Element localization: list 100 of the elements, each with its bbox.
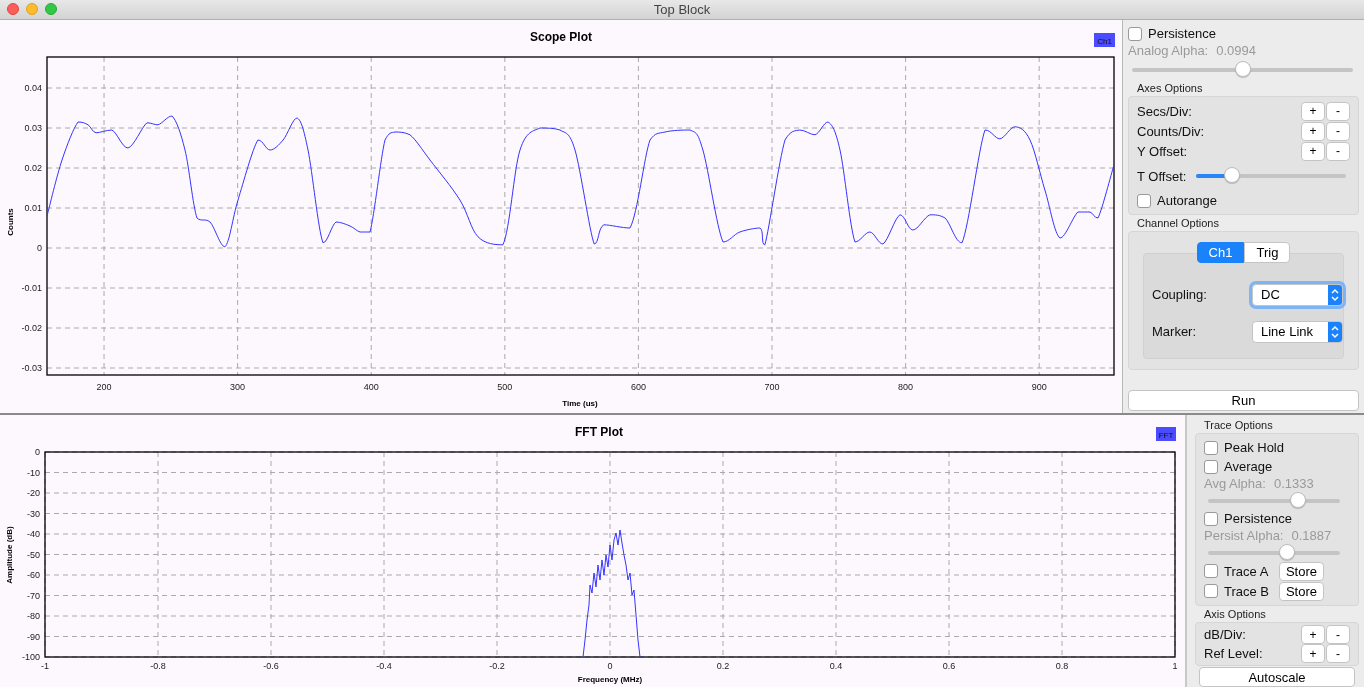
y-tick-label: 0.01 <box>24 203 42 213</box>
slider-label: Analog Alpha: <box>1128 43 1209 58</box>
y-tick-label: -10 <box>27 467 40 478</box>
plus-button[interactable]: + <box>1301 101 1325 121</box>
checkbox-label: Trace A <box>1224 563 1269 579</box>
x-tick-label: 500 <box>497 382 513 392</box>
minus-button[interactable]: - <box>1326 141 1350 161</box>
x-tick-label: -1 <box>41 661 49 671</box>
checkbox[interactable] <box>1128 26 1142 41</box>
stepper-label: Counts/Div: <box>1137 123 1205 139</box>
y-axis-label: Counts <box>6 208 15 236</box>
field-label: Coupling: <box>1152 287 1207 302</box>
x-axis-label: Time (us) <box>562 399 598 408</box>
store-button[interactable]: Store <box>1278 581 1324 601</box>
y-tick-label: 0 <box>37 243 42 253</box>
x-tick-label: 700 <box>764 382 780 392</box>
stepper-label: dB/Div: <box>1204 627 1246 642</box>
tab[interactable]: Ch1 <box>1196 242 1245 263</box>
y-tick-label: -30 <box>27 508 40 519</box>
tab[interactable]: Trig <box>1244 242 1291 263</box>
x-tick-label: 1 <box>1172 661 1178 671</box>
zoom-icon[interactable] <box>45 3 57 15</box>
x-tick-label: 800 <box>898 382 914 392</box>
y-tick-label: -0.01 <box>21 283 42 293</box>
dropdown[interactable]: Line Link <box>1252 320 1343 343</box>
slider-value: 0.0994 <box>1216 43 1256 58</box>
slider-handle[interactable] <box>1224 167 1241 183</box>
group-title: Trace Options <box>1204 419 1274 431</box>
chevron-icon <box>1328 284 1342 305</box>
plus-button[interactable]: + <box>1301 141 1325 161</box>
field-label: Marker: <box>1152 324 1197 339</box>
x-tick-label: 0.4 <box>829 661 843 671</box>
slider-label: Persist Alpha: <box>1204 528 1284 543</box>
minimize-icon[interactable] <box>26 3 38 15</box>
checkbox-label: Average <box>1224 459 1273 474</box>
minus-button[interactable]: - <box>1326 101 1350 121</box>
x-tick-label: -0.6 <box>263 661 279 671</box>
minus-button[interactable]: - <box>1326 644 1350 663</box>
autoscale-button[interactable]: Autoscale <box>1199 667 1355 687</box>
slider-value: 0.1333 <box>1273 476 1314 491</box>
dropdown[interactable]: DC <box>1252 283 1343 306</box>
checkbox[interactable] <box>1204 511 1218 526</box>
plus-button[interactable]: + <box>1301 644 1325 663</box>
y-tick-label: 0.02 <box>24 163 42 173</box>
slider-value: 0.1887 <box>1291 528 1332 543</box>
y-tick-label: 0.03 <box>24 123 42 133</box>
y-tick-label: 0.04 <box>24 83 42 93</box>
checkbox[interactable] <box>1204 459 1218 474</box>
minus-button[interactable]: - <box>1326 625 1350 644</box>
y-tick-label: -60 <box>27 570 40 580</box>
checkbox-label: Autorange <box>1157 193 1217 208</box>
x-tick-label: 0 <box>607 661 613 671</box>
x-tick-label: -0.2 <box>489 661 505 671</box>
checkbox[interactable] <box>1137 193 1151 208</box>
stepper-label: Secs/Div: <box>1137 103 1192 119</box>
checkbox[interactable] <box>1204 584 1218 598</box>
store-button[interactable]: Store <box>1278 561 1324 581</box>
slider-label: T Offset: <box>1137 168 1187 184</box>
x-tick-label: -0.8 <box>150 661 166 671</box>
x-tick-label: 600 <box>630 382 646 392</box>
y-tick-label: -0.02 <box>21 323 42 333</box>
y-tick-label: -100 <box>22 652 40 662</box>
y-axis-label: Amplitude (dB) <box>5 526 14 584</box>
group-title: Axis Options <box>1204 608 1267 620</box>
y-tick-label: -70 <box>27 590 40 601</box>
x-tick-label: 900 <box>1031 382 1047 392</box>
stepper-label: Ref Level: <box>1204 646 1263 661</box>
y-tick-label: -80 <box>27 611 40 621</box>
checkbox-label: Trace B <box>1224 583 1270 599</box>
checkbox[interactable] <box>1204 564 1218 578</box>
plus-button[interactable]: + <box>1301 121 1325 141</box>
y-tick-label: 0 <box>35 447 40 457</box>
chevron-icon <box>1328 321 1342 342</box>
legend-badge: FFT <box>1156 427 1176 441</box>
plus-button[interactable]: + <box>1301 625 1325 644</box>
checkbox-label: Peak Hold <box>1224 440 1284 455</box>
y-tick-label: -90 <box>27 631 40 642</box>
window-title: Top Block <box>653 2 711 17</box>
x-tick-label: 0.2 <box>716 661 730 671</box>
y-tick-label: -40 <box>27 529 40 539</box>
x-tick-label: 400 <box>363 382 379 392</box>
x-axis-label: Frequency (MHz) <box>577 675 643 684</box>
group-title: Channel Options <box>1137 217 1220 229</box>
checkbox-label: Persistence <box>1224 511 1292 526</box>
x-tick-label: 0.6 <box>942 661 956 671</box>
x-tick-label: 0.8 <box>1055 661 1069 671</box>
x-tick-label: -0.4 <box>376 661 392 671</box>
group-title: Axes Options <box>1137 82 1204 94</box>
minus-button[interactable]: - <box>1326 121 1350 141</box>
checkbox-label: Persistence <box>1148 26 1216 41</box>
checkbox[interactable] <box>1204 440 1218 455</box>
y-tick-label: -50 <box>27 549 40 560</box>
legend-badge: Ch1 <box>1094 33 1115 47</box>
y-tick-label: -20 <box>27 488 40 498</box>
slider-label: Avg Alpha: <box>1204 476 1266 491</box>
x-tick-label: 200 <box>96 382 112 392</box>
run-button[interactable]: Run <box>1128 390 1359 411</box>
y-tick-label: -0.03 <box>21 363 42 373</box>
close-icon[interactable] <box>7 3 19 15</box>
plot-title: Scope Plot <box>530 30 592 44</box>
